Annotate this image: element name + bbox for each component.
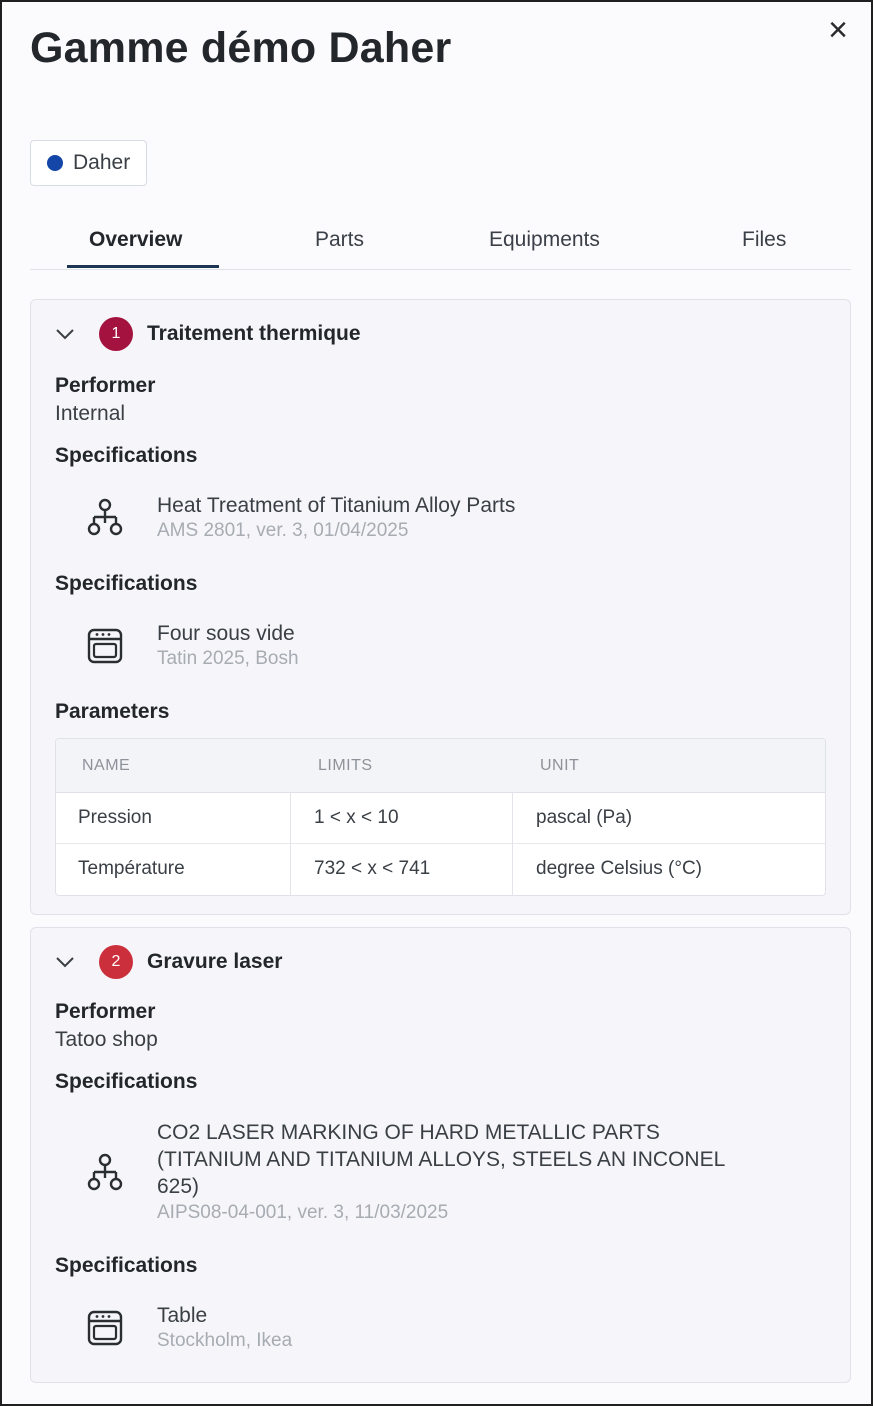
tab-overview[interactable]: Overview: [89, 228, 182, 252]
column-header-limits: LIMITS: [318, 757, 373, 774]
param-unit: pascal (Pa): [536, 807, 633, 828]
step-header[interactable]: 2 Gravure laser: [55, 944, 282, 980]
active-tab-indicator: [67, 265, 219, 268]
column-divider: [290, 793, 291, 895]
tab-equipments[interactable]: Equipments: [489, 228, 600, 252]
oven-icon: [83, 624, 127, 668]
status-dot-icon: [47, 155, 63, 171]
equipment-name: Table: [157, 1304, 208, 1327]
step-title: Traitement thermique: [147, 322, 361, 345]
parameters-table: NAME LIMITS UNIT Pression 1 < x < 10 pas…: [55, 738, 826, 896]
tab-files[interactable]: Files: [742, 228, 786, 252]
company-chip: Daher: [30, 140, 148, 186]
step-number-badge: 2: [99, 945, 133, 979]
performer-label: Performer: [55, 374, 156, 397]
specification-name: CO2 LASER MARKING OF HARD METALLIC PARTS…: [157, 1119, 725, 1200]
performer-value: Internal: [55, 402, 126, 425]
tab-parts[interactable]: Parts: [315, 228, 364, 252]
equipment-reference: Stockholm, Ikea: [157, 1330, 293, 1351]
performer-label: Performer: [55, 1000, 156, 1023]
step-header[interactable]: 1 Traitement thermique: [55, 316, 361, 352]
specifications-label: Specifications: [55, 572, 198, 595]
step-card-1: 1 Traitement thermique Performer Interna…: [30, 299, 851, 915]
hierarchy-icon: [83, 496, 127, 540]
specification-name-line: 625): [157, 1175, 200, 1198]
page-title: Gamme démo Daher: [30, 24, 452, 72]
specifications-label: Specifications: [55, 1254, 198, 1277]
hierarchy-icon: [83, 1151, 127, 1195]
close-icon[interactable]: ×: [823, 13, 853, 47]
specification-reference: AIPS08-04-001, ver. 3, 11/03/2025: [157, 1202, 449, 1223]
param-limits: 1 < x < 10: [314, 807, 399, 828]
performer-value: Tatoo shop: [55, 1028, 158, 1051]
step-number-badge: 1: [99, 317, 133, 351]
column-header-unit: UNIT: [540, 757, 580, 774]
param-unit: degree Celsius (°C): [536, 858, 702, 879]
step-details-panel: × Gamme démo Daher Daher Overview Parts …: [0, 0, 873, 1406]
step-title: Gravure laser: [147, 950, 283, 973]
oven-icon: [83, 1306, 127, 1350]
table-header: NAME LIMITS UNIT: [56, 739, 825, 793]
tab-bar: Overview Parts Equipments Files: [30, 218, 851, 270]
specification-name: Heat Treatment of Titanium Alloy Parts: [157, 494, 516, 517]
specification-name-line: CO2 LASER MARKING OF HARD METALLIC PARTS: [157, 1121, 660, 1144]
equipment-name: Four sous vide: [157, 622, 295, 645]
specification-reference: AMS 2801, ver. 3, 01/04/2025: [157, 520, 409, 541]
specification-name-line: (TITANIUM AND TITANIUM ALLOYS, STEELS AN…: [157, 1148, 726, 1171]
parameters-label: Parameters: [55, 700, 170, 723]
param-name: Pression: [78, 807, 152, 828]
param-name: Température: [78, 858, 185, 879]
table-row: Pression 1 < x < 10 pascal (Pa): [56, 793, 825, 844]
specifications-label: Specifications: [55, 1070, 198, 1093]
table-row: Température 732 < x < 741 degree Celsius…: [56, 844, 825, 895]
equipment-reference: Tatin 2025, Bosh: [157, 648, 299, 669]
chevron-down-icon[interactable]: [55, 951, 83, 974]
step-card-2: 2 Gravure laser Performer Tatoo shop Spe…: [30, 927, 851, 1383]
param-limits: 732 < x < 741: [314, 858, 431, 879]
chevron-down-icon[interactable]: [55, 323, 83, 346]
specifications-label: Specifications: [55, 444, 198, 467]
chip-label: Daher: [73, 151, 131, 174]
column-divider: [512, 793, 513, 895]
column-header-name: NAME: [82, 757, 131, 774]
